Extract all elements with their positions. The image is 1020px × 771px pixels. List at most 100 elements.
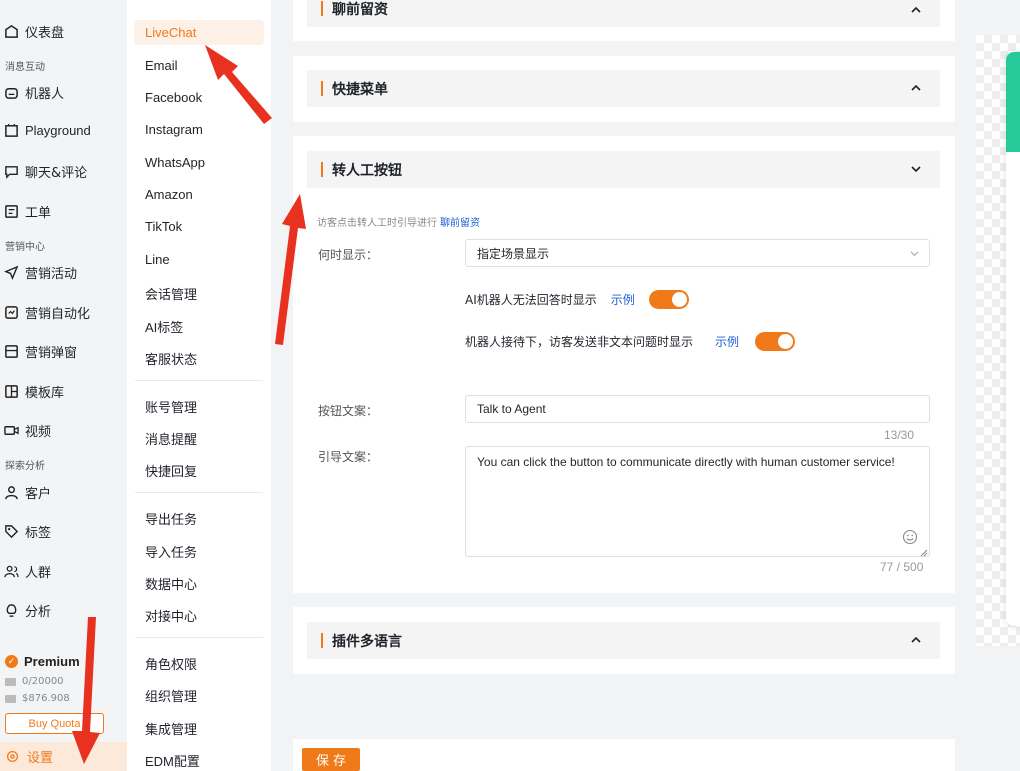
settings-icon <box>6 750 19 763</box>
playground-icon <box>5 123 18 137</box>
submenu-item-line[interactable]: Line <box>145 252 170 267</box>
option-non-text-message: 机器人接待下，访客发送非文本问题时显示 示例 <box>465 332 796 351</box>
users-icon <box>4 565 19 578</box>
nav-robot[interactable]: 机器人 <box>4 83 64 102</box>
nav-campaign[interactable]: 营销活动 <box>4 263 77 282</box>
submenu-item-amazon[interactable]: Amazon <box>145 187 193 202</box>
main-nav: 仪表盘 消息互动 机器人 Playground 聊天&评论 工单 营销中心 营销… <box>0 0 127 771</box>
submenu-item-tiktok[interactable]: TikTok <box>145 219 182 234</box>
ticket-icon <box>5 205 18 218</box>
submenu-divider <box>135 380 263 381</box>
nav-tags[interactable]: 标签 <box>4 522 51 541</box>
lightbulb-icon <box>6 604 17 617</box>
submenu-item-quick-reply[interactable]: 快捷回复 <box>145 461 197 480</box>
button-text-label: 按钮文案： <box>318 404 379 418</box>
settings-submenu: LiveChat Email Facebook Instagram WhatsA… <box>127 0 271 771</box>
popup-icon <box>5 345 18 358</box>
submenu-item-roles[interactable]: 角色权限 <box>145 654 197 673</box>
nav-templates[interactable]: 模板库 <box>4 382 64 401</box>
resize-handle-icon[interactable] <box>920 549 928 557</box>
tag-icon <box>5 525 19 539</box>
chevron-up-icon[interactable] <box>910 82 922 94</box>
nav-automation[interactable]: 营销自动化 <box>4 303 90 322</box>
premium-badge-icon: ✓ <box>5 655 18 668</box>
widget-preview-card <box>1006 52 1020 626</box>
automation-icon <box>5 306 18 319</box>
guide-text-textarea[interactable]: You can click the button to communicate … <box>465 446 930 557</box>
send-icon <box>4 265 19 280</box>
nav-group-messaging: 消息互动 <box>5 62 45 73</box>
non-text-message-toggle[interactable] <box>755 332 796 351</box>
mail-icon <box>5 677 16 686</box>
panel-multilanguage: 插件多语言 <box>293 607 955 674</box>
nav-group-marketing: 营销中心 <box>5 242 45 253</box>
submenu-item-integration-center[interactable]: 对接中心 <box>145 606 197 625</box>
panel-pre-chat: 聊前留资 <box>293 0 955 41</box>
button-text-input[interactable] <box>465 395 930 423</box>
nav-chat-review[interactable]: 聊天&评论 <box>4 162 87 181</box>
panel-quick-menu: 快捷菜单 <box>293 56 955 122</box>
submenu-item-ai-tags[interactable]: AI标签 <box>145 317 183 336</box>
button-text-counter: 13/30 <box>884 428 915 442</box>
nav-dashboard[interactable]: 仪表盘 <box>4 22 64 41</box>
submenu-item-agent-status[interactable]: 客服状态 <box>145 349 197 368</box>
nav-video[interactable]: 视频 <box>4 421 51 440</box>
chat-icon <box>5 166 18 179</box>
submenu-item-export[interactable]: 导出任务 <box>145 509 197 528</box>
submenu-item-import[interactable]: 导入任务 <box>145 542 197 561</box>
nav-group-analysis: 探索分析 <box>5 461 45 472</box>
nav-customer[interactable]: 客户 <box>4 483 51 502</box>
section-header-transfer-button[interactable]: 转人工按钮 <box>307 151 940 188</box>
submenu-item-livechat[interactable]: LiveChat <box>134 20 264 45</box>
template-icon <box>5 385 18 398</box>
submenu-item-integrations[interactable]: 集成管理 <box>145 719 197 738</box>
emoji-icon[interactable] <box>902 529 918 545</box>
save-bar <box>293 739 955 771</box>
pre-chat-link[interactable]: 聊前留资 <box>440 218 480 229</box>
submenu-item-notifications[interactable]: 消息提醒 <box>145 429 197 448</box>
section-header-pre-chat[interactable]: 聊前留资 <box>307 0 940 27</box>
ai-cannot-answer-toggle[interactable] <box>648 290 689 309</box>
submenu-divider <box>135 637 263 638</box>
example-link[interactable]: 示例 <box>611 291 635 308</box>
premium-plan: ✓ Premium <box>5 654 80 669</box>
nav-analysis[interactable]: 分析 <box>4 601 51 620</box>
chevron-up-icon[interactable] <box>910 4 922 16</box>
submenu-item-conversation[interactable]: 会话管理 <box>145 284 197 303</box>
display-condition-select[interactable]: 指定场景显示 <box>465 239 930 267</box>
when-label: 何时显示： <box>318 248 379 262</box>
submenu-item-whatsapp[interactable]: WhatsApp <box>145 155 205 170</box>
submenu-item-edm[interactable]: EDM配置 <box>145 751 200 770</box>
nav-settings[interactable]: 设置 <box>0 742 127 771</box>
chevron-down-icon <box>910 251 919 257</box>
dashboard-icon <box>5 24 18 38</box>
submenu-item-facebook[interactable]: Facebook <box>145 90 202 105</box>
quota-balance: $876.908 <box>5 693 70 704</box>
wallet-icon <box>5 694 16 703</box>
nav-playground[interactable]: Playground <box>4 123 91 138</box>
submenu-item-instagram[interactable]: Instagram <box>145 122 203 137</box>
submenu-item-organization[interactable]: 组织管理 <box>145 686 197 705</box>
chevron-up-icon[interactable] <box>910 634 922 646</box>
buy-quota-button[interactable]: Buy Quota <box>5 713 104 734</box>
transfer-hint: 访客点击转人工时引导进行 聊前留资 <box>317 218 480 229</box>
robot-icon <box>5 88 18 99</box>
chevron-down-icon[interactable] <box>910 163 922 175</box>
save-button[interactable]: 保存 <box>302 748 360 771</box>
submenu-item-data-center[interactable]: 数据中心 <box>145 574 197 593</box>
guide-text-label: 引导文案： <box>318 450 379 464</box>
section-header-quick-menu[interactable]: 快捷菜单 <box>307 70 940 107</box>
quota-messages: 0/20000 <box>5 676 64 687</box>
submenu-item-email[interactable]: Email <box>145 58 178 73</box>
example-link[interactable]: 示例 <box>715 333 739 350</box>
nav-audience[interactable]: 人群 <box>4 562 51 581</box>
section-header-multilanguage[interactable]: 插件多语言 <box>307 622 940 659</box>
user-icon <box>5 486 18 500</box>
submenu-divider <box>135 492 263 493</box>
panel-transfer-button: 转人工按钮 访客点击转人工时引导进行 聊前留资 何时显示： 指定场景显示 AI机器… <box>293 136 955 593</box>
guide-text-counter: 77 / 500 <box>880 560 924 574</box>
submenu-item-accounts[interactable]: 账号管理 <box>145 397 197 416</box>
nav-popup[interactable]: 营销弹窗 <box>4 342 77 361</box>
nav-ticket[interactable]: 工单 <box>4 202 51 221</box>
video-icon <box>4 426 19 435</box>
